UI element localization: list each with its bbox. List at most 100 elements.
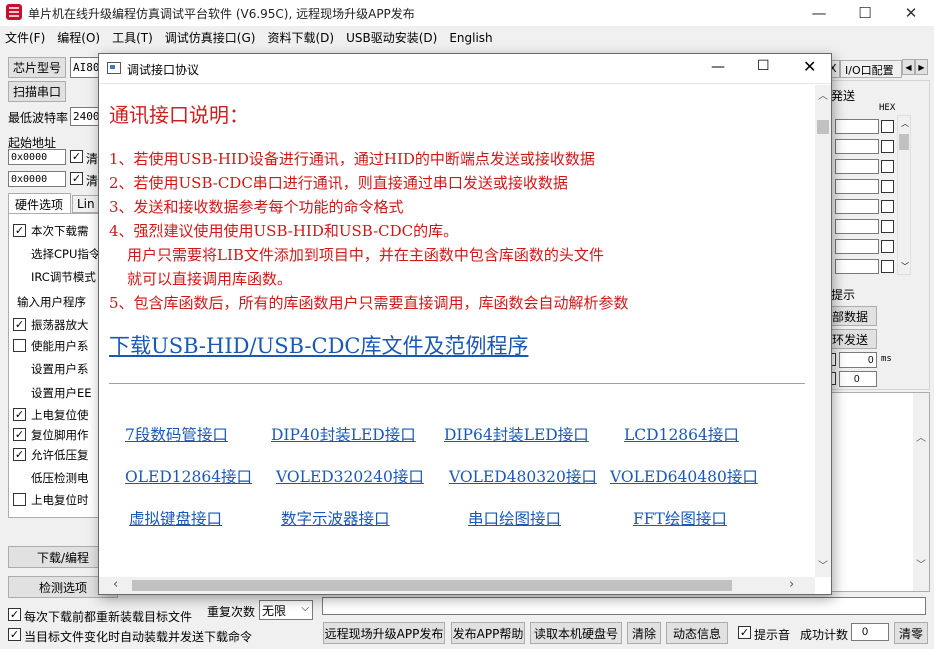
- menu-download[interactable]: 资料下载(D): [267, 29, 334, 46]
- chip-model-field[interactable]: AI80: [70, 57, 100, 78]
- clear-checkbox-1[interactable]: ✓: [70, 150, 83, 163]
- read-disk-button[interactable]: 读取本机硬盘号: [530, 622, 622, 644]
- maximize-icon[interactable]: ☐: [842, 0, 888, 26]
- option-checkbox[interactable]: ✓: [13, 428, 26, 441]
- dialog-scroll-left-icon[interactable]: ‹: [113, 577, 118, 592]
- send-data-field[interactable]: [835, 199, 879, 214]
- hex-checkbox[interactable]: [881, 140, 894, 153]
- clear-checkbox-2[interactable]: ✓: [70, 172, 83, 185]
- tab-hardware[interactable]: 硬件选项: [8, 193, 71, 213]
- option-checkbox[interactable]: ✓: [13, 318, 26, 331]
- dialog-minimize-icon[interactable]: —: [711, 59, 725, 75]
- send-list-scrollbar[interactable]: ︿ ﹀: [897, 115, 911, 275]
- log-scrollbar[interactable]: ︿ ﹀: [913, 393, 929, 591]
- publish-help-button[interactable]: 发布APP帮助: [451, 622, 525, 644]
- dialog-close-icon[interactable]: ✕: [803, 57, 816, 76]
- hex-checkbox[interactable]: [881, 220, 894, 233]
- option-checkbox[interactable]: [13, 493, 26, 506]
- option-checkbox[interactable]: ✓: [13, 448, 26, 461]
- log-scroll-up-icon[interactable]: ︿: [916, 429, 926, 444]
- count-field[interactable]: 0: [839, 371, 877, 387]
- interval-field[interactable]: 0: [839, 352, 877, 368]
- send-data-field[interactable]: [835, 159, 879, 174]
- link-voled480320[interactable]: VOLED480320接口: [449, 465, 597, 487]
- remote-upgrade-button[interactable]: 远程现场升级APP发布: [323, 622, 445, 644]
- minimize-icon[interactable]: —: [796, 0, 842, 26]
- address-field-2[interactable]: 0x0000: [8, 171, 66, 187]
- dialog-scroll-up-icon[interactable]: ︿: [818, 87, 828, 102]
- protocol-line-7: 5、包含库函数后，所有的库函数用户只需要直接调用，库函数会自动解析参数: [109, 294, 629, 312]
- menu-file[interactable]: 文件(F): [5, 29, 45, 46]
- dialog-vertical-scrollbar[interactable]: ︿ ﹀: [815, 85, 831, 577]
- hex-checkbox[interactable]: [881, 120, 894, 133]
- status-field: [322, 597, 926, 615]
- right-tab-bar: X I/O口配置 ◀ ▶: [818, 58, 930, 78]
- beep-checkbox[interactable]: ✓: [738, 626, 751, 639]
- tab-scroll-right-icon[interactable]: ▶: [915, 59, 928, 75]
- download-library-link[interactable]: 下载USB-HID/USB-CDC库文件及范例程序: [109, 330, 529, 360]
- dialog-hscroll-thumb[interactable]: [132, 580, 732, 591]
- close-icon[interactable]: ✕: [888, 0, 934, 26]
- send-data-field[interactable]: [835, 219, 879, 234]
- send-data-field[interactable]: [835, 139, 879, 154]
- scroll-up-icon[interactable]: ︿: [901, 118, 909, 129]
- scroll-down-icon[interactable]: ﹀: [901, 261, 909, 272]
- clear-button[interactable]: 清除: [627, 622, 661, 644]
- auto-send-checkbox[interactable]: ✓: [8, 628, 21, 641]
- link-virtual-keyboard[interactable]: 虚拟键盘接口: [129, 507, 222, 529]
- menu-tools[interactable]: 工具(T): [112, 29, 153, 46]
- link-voled320240[interactable]: VOLED320240接口: [276, 465, 424, 487]
- hex-checkbox[interactable]: [881, 160, 894, 173]
- protocol-heading: 通讯接口说明：: [109, 103, 249, 127]
- log-scroll-down-icon[interactable]: ﹀: [916, 556, 926, 571]
- link-fft-plot[interactable]: FFT绘图接口: [633, 507, 727, 529]
- dialog-scroll-down-icon[interactable]: ﹀: [818, 557, 828, 572]
- link-oled12864[interactable]: OLED12864接口: [125, 465, 252, 487]
- reload-checkbox[interactable]: ✓: [8, 608, 21, 621]
- menu-english[interactable]: English: [449, 31, 492, 45]
- chip-model-button[interactable]: 芯片型号: [8, 57, 66, 78]
- tab-io-config[interactable]: I/O口配置: [840, 60, 902, 78]
- option-label: 设置用户EE: [31, 386, 92, 400]
- send-data-field[interactable]: [835, 179, 879, 194]
- link-serial-plot[interactable]: 串口绘图接口: [468, 507, 561, 529]
- hex-checkbox[interactable]: [881, 260, 894, 273]
- option-checkbox[interactable]: ✓: [13, 408, 26, 421]
- link-voled640480[interactable]: VOLED640480接口: [610, 465, 758, 487]
- send-data-field[interactable]: [835, 119, 879, 134]
- reset-count-button[interactable]: 清零: [894, 622, 928, 644]
- log-panel: ︿ ﹀: [818, 392, 930, 592]
- dialog-maximize-icon[interactable]: ☐: [757, 58, 770, 74]
- link-dip64[interactable]: DIP64封装LED接口: [444, 423, 589, 445]
- hardware-options-panel: ✓ 本次下载需 选择CPU指令 IRC调节模式 输入用户程序 ✓ 振荡器放大 使能用户系 设置用…: [8, 213, 100, 518]
- send-data-field[interactable]: [835, 239, 879, 254]
- send-data-field[interactable]: [835, 259, 879, 274]
- dialog-vscroll-thumb[interactable]: [817, 120, 829, 134]
- link-7seg[interactable]: 7段数码管接口: [125, 423, 228, 445]
- dynamic-info-button[interactable]: 动态信息: [666, 622, 728, 644]
- link-dip40[interactable]: DIP40封装LED接口: [271, 423, 416, 445]
- option-checkbox[interactable]: [13, 339, 26, 352]
- repeat-select[interactable]: 无限 ⌵: [259, 600, 313, 620]
- link-lcd12864[interactable]: LCD12864接口: [624, 423, 739, 445]
- option-label: 复位脚用作: [31, 428, 89, 442]
- address-field-1[interactable]: 0x0000: [8, 149, 66, 165]
- menu-debug[interactable]: 调试仿真接口(G): [165, 29, 256, 46]
- main-title-bar: 单片机在线升级编程仿真调试平台软件 (V6.95C), 远程现场升级APP发布 …: [0, 0, 934, 26]
- link-oscilloscope[interactable]: 数字示波器接口: [281, 507, 390, 529]
- dialog-scroll-right-icon[interactable]: ›: [789, 577, 794, 592]
- dialog-horizontal-scrollbar[interactable]: ‹ ›: [99, 577, 815, 594]
- scan-port-button[interactable]: 扫描串口: [8, 81, 66, 102]
- hex-checkbox[interactable]: [881, 180, 894, 193]
- dialog-content: 通讯接口说明： 1、若使用USB-HID设备进行通讯，通过HID的中断端点发送或…: [99, 85, 815, 577]
- dialog-app-icon: [107, 62, 121, 74]
- hex-checkbox[interactable]: [881, 200, 894, 213]
- hex-checkbox[interactable]: [881, 240, 894, 253]
- tab-scroll-left-icon[interactable]: ◀: [902, 59, 915, 75]
- option-checkbox[interactable]: ✓: [13, 224, 26, 237]
- menu-program[interactable]: 编程(O): [57, 29, 100, 46]
- baud-field[interactable]: 2400: [70, 107, 100, 126]
- scroll-thumb[interactable]: [899, 134, 909, 150]
- menu-usb-driver[interactable]: USB驱动安装(D): [346, 29, 437, 46]
- dialog-title-bar[interactable]: 调试接口协议 — ☐ ✕: [99, 54, 831, 84]
